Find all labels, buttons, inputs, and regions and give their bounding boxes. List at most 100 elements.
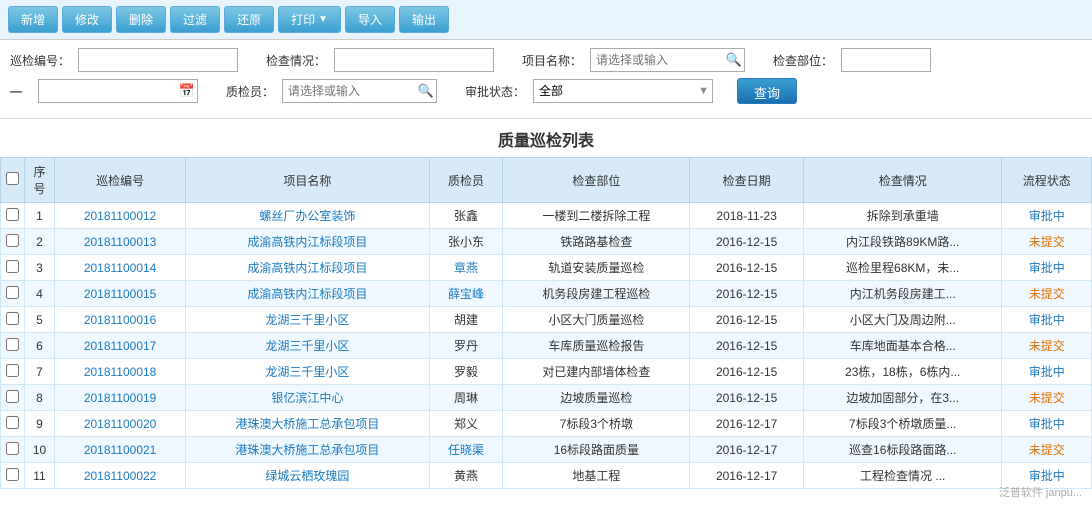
table-container: 序号 巡检编号 项目名称 质检员 检查部位 检查日期 检查情况 流程状态 1 2… — [0, 157, 1092, 489]
row-checkbox[interactable] — [6, 312, 19, 325]
export-button[interactable]: 输出 — [399, 6, 449, 33]
project-search-icon[interactable]: 🔍 — [726, 52, 742, 68]
select-all-checkbox[interactable] — [6, 172, 19, 185]
row-patrol-no[interactable]: 20181100019 — [55, 385, 186, 411]
row-checkbox[interactable] — [6, 234, 19, 247]
dept-input[interactable] — [841, 48, 931, 72]
calendar-icon[interactable]: 📅 — [179, 83, 195, 99]
row-checkbox[interactable] — [6, 442, 19, 455]
filter-button[interactable]: 过滤 — [170, 6, 220, 33]
row-patrol-no[interactable]: 20181100012 — [55, 203, 186, 229]
table-row[interactable]: 1 20181100012 螺丝厂办公室装饰 张鑫 一楼到二楼拆除工程 2018… — [1, 203, 1092, 229]
row-check-status: 内江机务段房建工... — [803, 281, 1001, 307]
table-row[interactable]: 4 20181100015 成渝高铁内江标段项目 薛宝峰 机务段房建工程巡检 2… — [1, 281, 1092, 307]
table-row[interactable]: 6 20181100017 龙湖三千里小区 罗丹 车库质量巡检报告 2016-1… — [1, 333, 1092, 359]
row-project[interactable]: 成渝高铁内江标段项目 — [186, 229, 429, 255]
search-bar: 巡检编号： 检查情况： 项目名称： 🔍 检查部位： — 📅 质检员： 🔍 审批状… — [0, 40, 1092, 119]
restore-button[interactable]: 还原 — [224, 6, 274, 33]
table-row[interactable]: 2 20181100013 成渝高铁内江标段项目 张小东 铁路路基检查 2016… — [1, 229, 1092, 255]
date-input-wrapper: 📅 — [38, 79, 198, 103]
row-seq: 4 — [25, 281, 55, 307]
row-check-status: 小区大门及周边附... — [803, 307, 1001, 333]
date-input[interactable] — [38, 79, 198, 103]
patrol-no-input[interactable] — [78, 48, 238, 72]
row-project[interactable]: 龙湖三千里小区 — [186, 359, 429, 385]
check-status-input[interactable] — [334, 48, 494, 72]
row-project[interactable]: 港珠澳大桥施工总承包项目 — [186, 437, 429, 463]
row-project[interactable]: 港珠澳大桥施工总承包项目 — [186, 411, 429, 437]
row-patrol-no[interactable]: 20181100015 — [55, 281, 186, 307]
row-patrol-no[interactable]: 20181100016 — [55, 307, 186, 333]
row-patrol-no[interactable]: 20181100020 — [55, 411, 186, 437]
table-row[interactable]: 7 20181100018 龙湖三千里小区 罗毅 对已建内部墙体检查 2016-… — [1, 359, 1092, 385]
table-body: 1 20181100012 螺丝厂办公室装饰 张鑫 一楼到二楼拆除工程 2018… — [1, 203, 1092, 489]
table-row[interactable]: 9 20181100020 港珠澳大桥施工总承包项目 郑义 7标段3个桥墩 20… — [1, 411, 1092, 437]
row-dept: 轨道安装质量巡检 — [503, 255, 690, 281]
table-header-row: 序号 巡检编号 项目名称 质检员 检查部位 检查日期 检查情况 流程状态 — [1, 158, 1092, 203]
row-checkbox[interactable] — [6, 390, 19, 403]
row-checkbox[interactable] — [6, 416, 19, 429]
row-check-status: 7标段3个桥墩质量... — [803, 411, 1001, 437]
row-patrol-no[interactable]: 20181100018 — [55, 359, 186, 385]
row-flow-status: 审批中 — [1002, 411, 1092, 437]
print-dropdown-icon[interactable]: ▼ — [318, 14, 328, 25]
row-inspector: 罗丹 — [429, 333, 503, 359]
row-project[interactable]: 成渝高铁内江标段项目 — [186, 281, 429, 307]
row-inspector: 张小东 — [429, 229, 503, 255]
row-checkbox[interactable] — [6, 208, 19, 221]
row-checkbox[interactable] — [6, 260, 19, 273]
row-flow-status: 审批中 — [1002, 307, 1092, 333]
row-check-status: 巡查16标段路面路... — [803, 437, 1001, 463]
header-project: 项目名称 — [186, 158, 429, 203]
row-dept: 一楼到二楼拆除工程 — [503, 203, 690, 229]
row-checkbox[interactable] — [6, 468, 19, 481]
edit-button[interactable]: 修改 — [62, 6, 112, 33]
row-seq: 8 — [25, 385, 55, 411]
row-checkbox[interactable] — [6, 338, 19, 351]
row-patrol-no[interactable]: 20181100021 — [55, 437, 186, 463]
add-button[interactable]: 新增 — [8, 6, 58, 33]
row-checkbox[interactable] — [6, 364, 19, 377]
row-checkbox-cell — [1, 359, 25, 385]
row-project[interactable]: 龙湖三千里小区 — [186, 307, 429, 333]
row-dept: 地基工程 — [503, 463, 690, 489]
delete-button[interactable]: 删除 — [116, 6, 166, 33]
table-row[interactable]: 10 20181100021 港珠澳大桥施工总承包项目 任晓渠 16标段路面质量… — [1, 437, 1092, 463]
row-inspector: 胡建 — [429, 307, 503, 333]
row-date: 2016-12-15 — [690, 333, 804, 359]
inspector-input[interactable] — [282, 79, 437, 103]
row-check-status: 拆除到承重墙 — [803, 203, 1001, 229]
row-project[interactable]: 龙湖三千里小区 — [186, 333, 429, 359]
project-name-input[interactable] — [590, 48, 745, 72]
import-button[interactable]: 导入 — [345, 6, 395, 33]
row-seq: 3 — [25, 255, 55, 281]
table-row[interactable]: 8 20181100019 银亿滨江中心 周琳 边坡质量巡检 2016-12-1… — [1, 385, 1092, 411]
row-checkbox-cell — [1, 333, 25, 359]
table-row[interactable]: 5 20181100016 龙湖三千里小区 胡建 小区大门质量巡检 2016-1… — [1, 307, 1092, 333]
table-row[interactable]: 3 20181100014 成渝高铁内江标段项目 章燕 轨道安装质量巡检 201… — [1, 255, 1092, 281]
row-flow-status: 未提交 — [1002, 333, 1092, 359]
row-dept: 铁路路基检查 — [503, 229, 690, 255]
print-label: 打印 — [291, 11, 315, 28]
project-input-wrapper: 🔍 — [590, 48, 745, 72]
patrol-table: 序号 巡检编号 项目名称 质检员 检查部位 检查日期 检查情况 流程状态 1 2… — [0, 157, 1092, 489]
row-dept: 车库质量巡检报告 — [503, 333, 690, 359]
row-checkbox-cell — [1, 385, 25, 411]
query-button[interactable]: 查询 — [737, 78, 797, 104]
table-row[interactable]: 11 20181100022 绿城云栖玫瑰园 黄燕 地基工程 2016-12-1… — [1, 463, 1092, 489]
row-project[interactable]: 银亿滨江中心 — [186, 385, 429, 411]
row-patrol-no[interactable]: 20181100022 — [55, 463, 186, 489]
row-project[interactable]: 螺丝厂办公室装饰 — [186, 203, 429, 229]
row-flow-status: 未提交 — [1002, 281, 1092, 307]
row-checkbox[interactable] — [6, 286, 19, 299]
row-check-status: 23栋，18栋，6栋内... — [803, 359, 1001, 385]
print-button[interactable]: 打印 ▼ — [278, 6, 341, 33]
row-project[interactable]: 成渝高铁内江标段项目 — [186, 255, 429, 281]
row-patrol-no[interactable]: 20181100014 — [55, 255, 186, 281]
row-project[interactable]: 绿城云栖玫瑰园 — [186, 463, 429, 489]
row-patrol-no[interactable]: 20181100017 — [55, 333, 186, 359]
row-date: 2016-12-15 — [690, 229, 804, 255]
approve-status-select[interactable]: 全部 审批中 未提交 已审批 — [533, 79, 713, 103]
inspector-search-icon[interactable]: 🔍 — [418, 83, 434, 99]
row-patrol-no[interactable]: 20181100013 — [55, 229, 186, 255]
